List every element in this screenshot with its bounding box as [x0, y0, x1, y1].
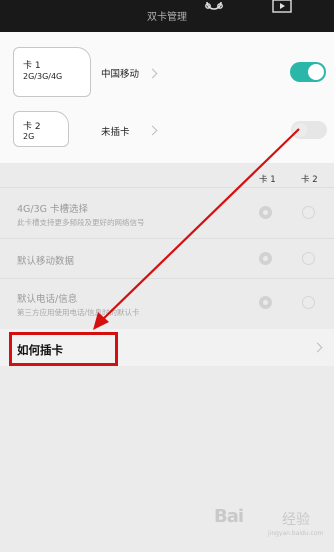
- watermark-logo: Bai: [214, 506, 244, 527]
- watermark: Bai 经验 jingyan.baidu.com: [212, 500, 330, 540]
- annotation-arrow-icon: [93, 128, 300, 330]
- watermark-label: 经验: [282, 512, 310, 528]
- watermark-url: jingyan.baidu.com: [268, 530, 324, 537]
